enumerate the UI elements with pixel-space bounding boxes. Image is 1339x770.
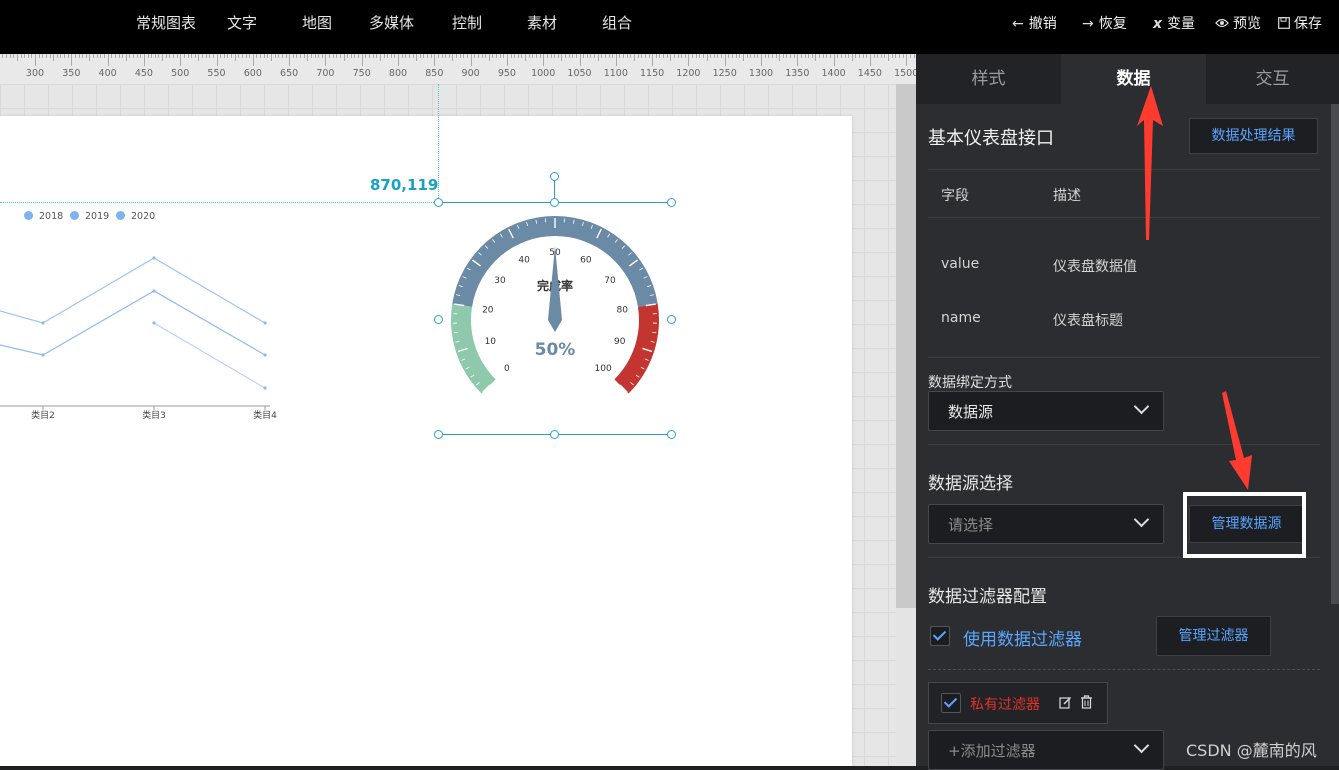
annotation-arrow (1137, 86, 1163, 240)
annotation-arrows (0, 0, 1339, 766)
annotation-highlight-box (1183, 492, 1306, 558)
annotation-arrow (1222, 391, 1252, 490)
watermark: CSDN @麓南的风 (1186, 737, 1317, 761)
